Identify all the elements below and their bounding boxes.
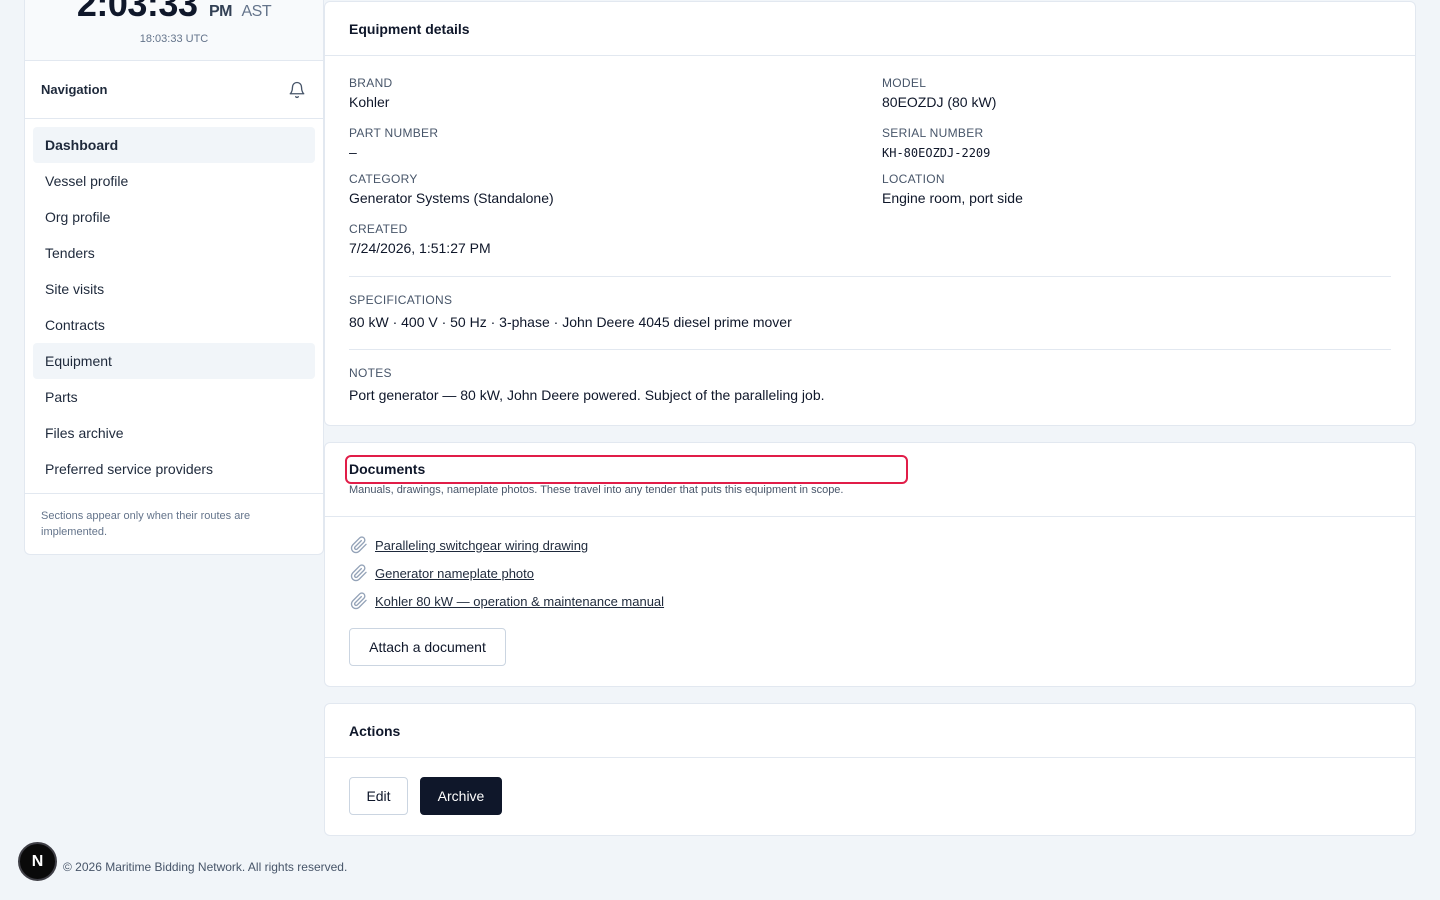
sidebar: 2:03:33 PM AST 18:03:33 UTC Navigation D… [24, 0, 324, 555]
sidebar-item-label: Dashboard [45, 137, 119, 153]
sidebar-item-org-profile[interactable]: Org profile [33, 199, 315, 235]
clock-time: 2:03:33 PM AST [25, 0, 323, 25]
document-link-wiring-drawing[interactable]: Paralleling switchgear wiring drawing [349, 536, 588, 554]
clock-ampm: PM [208, 3, 233, 20]
sidebar-item-label: Preferred service providers [45, 461, 214, 477]
specifications-value: 80 kW · 400 V · 50 Hz · 3-phase · John D… [349, 314, 792, 330]
specifications-label: SPECIFICATIONS [349, 293, 453, 307]
document-link-label[interactable]: Paralleling switchgear wiring drawing [375, 538, 588, 553]
document-link-nameplate-photo[interactable]: Generator nameplate photo [349, 564, 534, 582]
sidebar-item-equipment[interactable]: Equipment [33, 343, 315, 379]
location-label: LOCATION [882, 172, 945, 186]
archive-button[interactable]: Archive [420, 777, 502, 815]
brand-field: BRAND Kohler [349, 76, 393, 110]
sidebar-item-label: Tenders [45, 245, 95, 261]
clock-time-value: 2:03:33 [76, 0, 198, 24]
sidebar-item-label: Contracts [45, 317, 105, 333]
edit-button[interactable]: Edit [349, 777, 408, 815]
navigation-list: Dashboard Vessel profile Org profile Ten… [25, 119, 323, 494]
documents-card: Documents Manuals, drawings, nameplate p… [324, 442, 1416, 687]
sidebar-item-dashboard[interactable]: Dashboard [33, 127, 315, 163]
part-number-value: – [349, 144, 357, 160]
document-link-label[interactable]: Kohler 80 kW — operation & maintenance m… [375, 594, 664, 609]
sidebar-item-site-visits[interactable]: Site visits [33, 271, 315, 307]
brand-value: Kohler [349, 94, 390, 110]
model-value: 80EOZDJ (80 kW) [882, 94, 997, 110]
attach-document-button[interactable]: Attach a document [349, 628, 506, 666]
sidebar-item-label: Files archive [45, 425, 124, 441]
documents-header: Documents Manuals, drawings, nameplate p… [325, 443, 1415, 517]
equipment-details-card: Equipment details BRAND Kohler MODEL 80E… [324, 1, 1416, 426]
created-field: CREATED 7/24/2026, 1:51:27 PM [349, 222, 491, 256]
navigation-header: Navigation [25, 61, 323, 119]
notes-value: Port generator — 80 kW, John Deere power… [349, 387, 825, 403]
model-field: MODEL 80EOZDJ (80 kW) [882, 76, 996, 110]
model-label: MODEL [882, 76, 927, 90]
documents-title-highlight [345, 455, 908, 484]
bell-icon[interactable] [287, 80, 307, 100]
sidebar-item-label: Parts [45, 389, 78, 405]
page-footer: © 2026 Maritime Bidding Network. All rig… [63, 860, 348, 874]
paperclip-icon [349, 592, 369, 610]
navigation-footnote: Sections appear only when their routes a… [41, 510, 251, 538]
sidebar-item-vessel-profile[interactable]: Vessel profile [33, 163, 315, 199]
documents-subtitle: Manuals, drawings, nameplate photos. The… [349, 484, 844, 496]
serial-number-field: SERIAL NUMBER KH-80EOZDJ-2209 [882, 126, 990, 160]
serial-number-label: SERIAL NUMBER [882, 126, 984, 140]
category-value: Generator Systems (Standalone) [349, 190, 554, 206]
part-number-field: PART NUMBER – [349, 126, 438, 160]
clock-timezone: AST [241, 3, 272, 20]
location-field: LOCATION Engine room, port side [882, 172, 1023, 206]
navigation-title: Navigation [41, 82, 108, 97]
actions-card: Actions Edit Archive [324, 703, 1416, 836]
document-link-label[interactable]: Generator nameplate photo [375, 566, 534, 581]
equipment-details-title: Equipment details [349, 20, 470, 37]
sidebar-item-files-archive[interactable]: Files archive [33, 415, 315, 451]
documents-title: Documents [349, 461, 426, 477]
sidebar-item-label: Equipment [45, 353, 112, 369]
sidebar-item-parts[interactable]: Parts [33, 379, 315, 415]
equipment-details-header: Equipment details [325, 2, 1415, 56]
created-label: CREATED [349, 222, 408, 236]
category-field: CATEGORY Generator Systems (Standalone) [349, 172, 554, 206]
category-label: CATEGORY [349, 172, 418, 186]
notes-field: NOTES Port generator — 80 kW, John Deere… [349, 366, 825, 403]
notes-label: NOTES [349, 366, 392, 380]
actions-title: Actions [349, 722, 401, 739]
location-value: Engine room, port side [882, 190, 1023, 206]
sidebar-item-label: Site visits [45, 281, 105, 297]
paperclip-icon [349, 536, 369, 554]
sidebar-item-preferred-service-providers[interactable]: Preferred service providers [33, 451, 315, 487]
created-value: 7/24/2026, 1:51:27 PM [349, 240, 491, 256]
divider [349, 349, 1391, 350]
document-link-om-manual[interactable]: Kohler 80 kW — operation & maintenance m… [349, 592, 664, 610]
sidebar-item-tenders[interactable]: Tenders [33, 235, 315, 271]
specifications-field: SPECIFICATIONS 80 kW · 400 V · 50 Hz · 3… [349, 293, 792, 330]
part-number-label: PART NUMBER [349, 126, 439, 140]
sidebar-item-label: Org profile [45, 209, 111, 225]
sidebar-item-contracts[interactable]: Contracts [33, 307, 315, 343]
divider [349, 276, 1391, 277]
paperclip-icon [349, 564, 369, 582]
brand-label: BRAND [349, 76, 393, 90]
serial-number-value: KH-80EOZDJ-2209 [882, 146, 991, 160]
clock-panel: 2:03:33 PM AST 18:03:33 UTC [25, 0, 323, 61]
clock-utc: 18:03:33 UTC [139, 33, 209, 45]
actions-header: Actions [325, 704, 1415, 758]
dev-tools-badge[interactable]: N [18, 842, 57, 881]
sidebar-item-label: Vessel profile [45, 173, 129, 189]
